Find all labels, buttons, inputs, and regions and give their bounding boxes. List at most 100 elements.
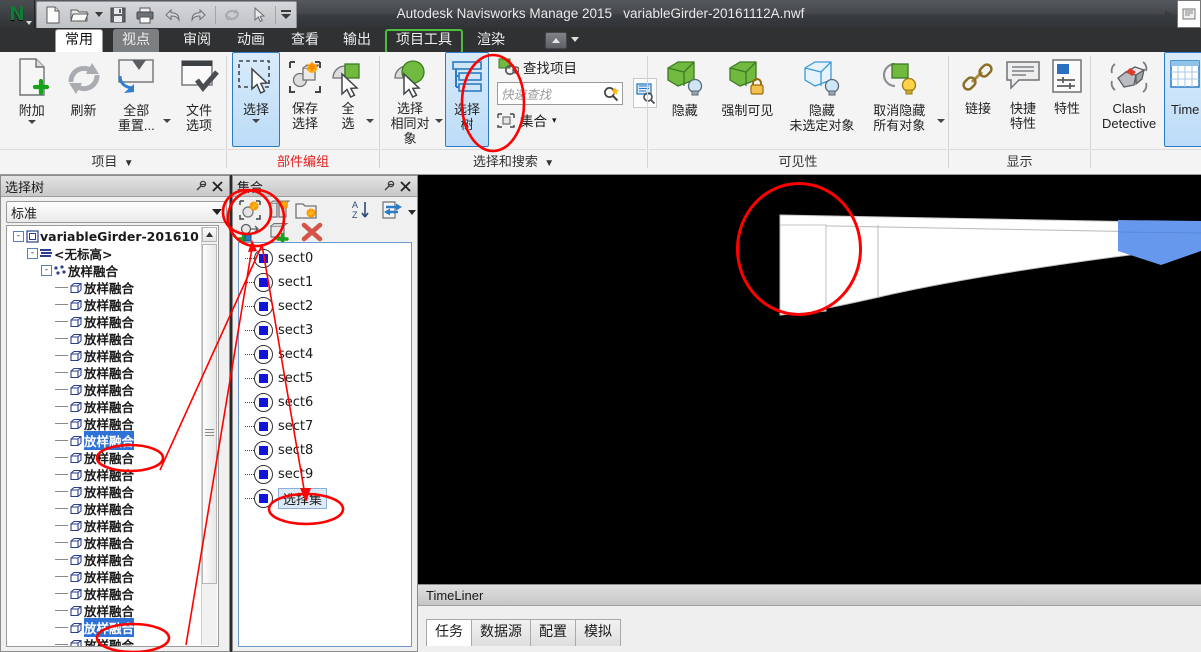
selection-tree-scrollbar[interactable]: [201, 227, 217, 645]
tree-node[interactable]: 放样融合: [7, 534, 202, 551]
tree-node[interactable]: 放样融合: [7, 466, 202, 483]
sets-dropdown-row[interactable]: 集合 ▾: [497, 109, 623, 131]
set-node-icon: [254, 248, 273, 268]
sets-list-item[interactable]: sect6: [239, 390, 411, 414]
tree-node[interactable]: 放样融合: [7, 483, 202, 500]
tree-node[interactable]: 放样融合: [7, 500, 202, 517]
ribbon-minimize-caret-icon[interactable]: [571, 37, 579, 42]
ribbon-button-properties[interactable]: 特性: [1046, 52, 1088, 147]
ribbon-button-require-visible[interactable]: 强制可见: [713, 52, 783, 147]
sets-list-item[interactable]: sect7: [239, 414, 411, 438]
ribbon-button-select-same[interactable]: 选择 相同对象: [385, 52, 435, 147]
unhide-all-dropdown-caret-icon[interactable]: [936, 119, 945, 123]
pin-icon[interactable]: [381, 178, 397, 194]
reset-all-dropdown-caret-icon[interactable]: [163, 119, 171, 123]
tree-node[interactable]: 放样融合: [7, 296, 202, 313]
quick-find-input[interactable]: 快速查找: [497, 82, 623, 105]
tree-node[interactable]: 放样融合: [7, 568, 202, 585]
ribbon-button-unhide-all[interactable]: 取消隐藏 所有对象: [862, 52, 937, 147]
tree-node[interactable]: 放样融合: [7, 279, 202, 296]
tree-node[interactable]: 放样融合: [7, 347, 202, 364]
select-same-dropdown-caret-icon[interactable]: [435, 119, 443, 123]
find-item-row[interactable]: 查找项目: [497, 56, 623, 78]
ribbon-button-reset-all[interactable]: 全部 重置...: [110, 52, 163, 147]
ribbon-button-links[interactable]: 链接: [956, 52, 1000, 147]
ribbon-button-save-selection[interactable]: 保存 选择: [280, 52, 330, 147]
tab-shidian[interactable]: 视点: [113, 29, 159, 52]
tree-expander-icon[interactable]: -: [41, 265, 52, 276]
tab-changyong[interactable]: 常用: [55, 29, 103, 53]
sets-list-item[interactable]: sect2: [239, 294, 411, 318]
ribbon-button-file-options[interactable]: 文件 选项: [173, 52, 225, 147]
sets-dropdown-caret-icon[interactable]: ▾: [552, 115, 557, 126]
tree-node[interactable]: 放样融合: [7, 636, 202, 646]
sets-list-item-label: sect2: [278, 298, 314, 314]
sets-list[interactable]: sect0 sect1 sect2 sect3 sect4 sect5 sect6 sect7…: [238, 242, 412, 647]
tree-node[interactable]: 放样融合: [7, 618, 202, 637]
sets-list-item[interactable]: sect3: [239, 318, 411, 342]
tree-node[interactable]: 放样融合: [7, 398, 202, 415]
search-help-box[interactable]: [1177, 0, 1201, 28]
expand-right-icon[interactable]: [1159, 0, 1177, 28]
tree-node[interactable]: 放样融合: [7, 517, 202, 534]
ribbon-button-timeliner[interactable]: Time: [1164, 52, 1201, 147]
tab-donghua[interactable]: 动画: [228, 29, 274, 52]
tab-xiangmugongju[interactable]: 项目工具: [385, 29, 463, 54]
sets-list-item[interactable]: sect9: [239, 462, 411, 486]
tab-shuchu[interactable]: 输出: [334, 29, 380, 52]
selection-tree-title: 选择树: [5, 179, 45, 195]
selection-tree-list[interactable]: - variableGirder-201610- <无标高> - 放样融合 放样融合 放样融…: [6, 225, 219, 647]
tree-node[interactable]: 放样融合: [7, 551, 202, 568]
import-export-dropdown-icon[interactable]: [408, 205, 416, 219]
tree-node[interactable]: 放样融合: [7, 449, 202, 466]
sets-list-item[interactable]: sect0: [239, 246, 411, 270]
tree-node[interactable]: 放样融合: [7, 381, 202, 398]
ribbon-minimize-button[interactable]: [545, 32, 567, 49]
ribbon-button-select[interactable]: 选择: [232, 52, 280, 147]
3d-viewport[interactable]: [418, 175, 1201, 584]
tree-node[interactable]: 放样融合: [7, 602, 202, 619]
tree-expander-icon[interactable]: -: [13, 231, 24, 242]
select-all-dropdown-caret-icon[interactable]: [366, 119, 374, 123]
sets-list-item[interactable]: sect5: [239, 366, 411, 390]
select-dropdown-caret-icon[interactable]: [252, 119, 260, 123]
tree-node[interactable]: - 放样融合: [7, 262, 202, 279]
tree-node[interactable]: - variableGirder-201610: [7, 228, 202, 245]
selection-tree-mode-dropdown[interactable]: 标准: [6, 201, 227, 223]
sets-list-item[interactable]: sect4: [239, 342, 411, 366]
tab-chakan[interactable]: 查看: [282, 29, 328, 52]
tree-node[interactable]: 放样融合: [7, 313, 202, 330]
ribbon-button-quick-properties[interactable]: 快捷 特性: [1000, 52, 1046, 147]
tab-data-sources[interactable]: 数据源: [471, 619, 531, 646]
ribbon-button-selection-tree[interactable]: 选择 树: [445, 52, 489, 147]
tree-node[interactable]: 放样融合: [7, 330, 202, 347]
tree-expander-icon[interactable]: -: [27, 248, 38, 259]
tab-configure[interactable]: 配置: [530, 619, 576, 646]
ribbon-button-hide[interactable]: 隐藏: [657, 52, 713, 147]
close-icon[interactable]: [209, 178, 225, 194]
ribbon-button-attach[interactable]: 附加: [6, 52, 58, 147]
tab-simulate[interactable]: 模拟: [575, 619, 621, 646]
ribbon-button-select-all[interactable]: 全 选: [330, 52, 366, 147]
pin-icon[interactable]: [193, 178, 209, 194]
scroll-up-button[interactable]: [202, 227, 217, 242]
attach-dropdown-caret-icon[interactable]: [27, 120, 36, 124]
tree-node[interactable]: 放样融合: [7, 585, 202, 602]
tab-tasks[interactable]: 任务: [426, 619, 472, 646]
sets-list-item[interactable]: 选择集: [239, 486, 411, 510]
scroll-thumb[interactable]: [202, 244, 217, 584]
search-icon[interactable]: [603, 86, 619, 102]
sets-list-item[interactable]: sect1: [239, 270, 411, 294]
close-icon[interactable]: [397, 178, 413, 194]
sets-list-item[interactable]: sect8: [239, 438, 411, 462]
tree-node[interactable]: - <无标高>: [7, 245, 202, 262]
tree-node[interactable]: 放样融合: [7, 431, 202, 450]
ribbon-button-hide-unselected[interactable]: 隐藏 未选定对象: [782, 52, 861, 147]
tab-ranran[interactable]: 渲染: [468, 29, 514, 52]
ribbon-button-refresh[interactable]: 刷新: [58, 52, 110, 147]
ribbon-button-clash-detective[interactable]: Clash Detective: [1098, 52, 1160, 147]
tree-branch-line: [55, 338, 68, 339]
tree-node[interactable]: 放样融合: [7, 415, 202, 432]
tab-shenyue[interactable]: 审阅: [174, 29, 220, 52]
tree-node[interactable]: 放样融合: [7, 364, 202, 381]
